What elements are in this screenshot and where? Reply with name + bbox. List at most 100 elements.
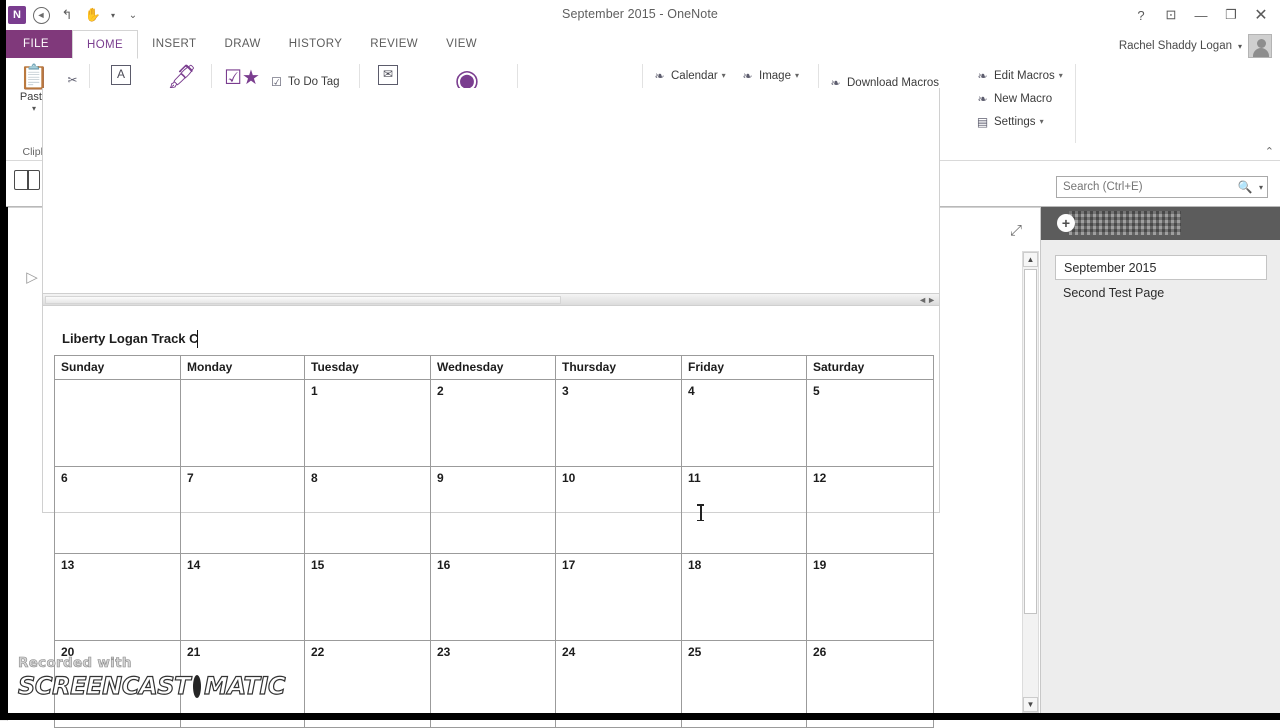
scroll-down-icon[interactable]: ▼ [1023, 697, 1038, 712]
calendar-cell[interactable]: 4 [681, 379, 807, 467]
frame-top-left-bar [0, 0, 6, 207]
calendar-header-wednesday: Wednesday [430, 355, 556, 380]
calendar-button[interactable]: ❧ Calendar ▾ [649, 65, 729, 86]
collapse-ribbon-icon[interactable]: ⌃ [1265, 145, 1274, 158]
calendar-cell[interactable]: 9 [430, 466, 556, 554]
tab-home[interactable]: HOME [72, 30, 139, 59]
email-icon: ✉ [378, 65, 398, 85]
ribbon-group-macros-actions: ❧ Edit Macros ▾ ❧ New Macro ▤ Settings ▾ [966, 58, 1076, 161]
search-input[interactable] [1057, 181, 1235, 193]
calendar-table[interactable]: Sunday Monday Tuesday Wednesday Thursday… [54, 355, 934, 728]
calendar-header-monday: Monday [180, 355, 305, 380]
search-box[interactable]: 🔍 ▾ [1056, 176, 1268, 198]
search-icon[interactable]: 🔍 [1235, 180, 1255, 194]
add-page-button[interactable]: + [1057, 214, 1075, 232]
tab-insert[interactable]: INSERT [138, 30, 210, 58]
tab-review[interactable]: REVIEW [356, 30, 432, 58]
image-icon: ❧ [742, 68, 753, 83]
tab-view[interactable]: VIEW [432, 30, 491, 58]
close-icon[interactable]: ✕ [1246, 2, 1276, 28]
calendar-cell[interactable]: 13 [54, 553, 181, 641]
new-macro-icon: ❧ [977, 91, 988, 106]
calendar-cell[interactable]: 18 [681, 553, 807, 641]
page-nav-arrow-icon[interactable]: ▷ [24, 268, 40, 286]
to-do-tag-label: To Do Tag [288, 75, 340, 88]
calendar-cell[interactable]: 6 [54, 466, 181, 554]
account-caret-icon[interactable]: ▾ [1238, 42, 1242, 51]
mouse-text-cursor [697, 504, 704, 521]
calendar-cell[interactable]: 1 [304, 379, 431, 467]
calendar-cell[interactable]: 14 [180, 553, 305, 641]
page-list-pane: + September 2015 Second Test Page [1040, 207, 1280, 720]
frame-left-bar [0, 207, 8, 720]
page-list-item-september-2015[interactable]: September 2015 [1055, 255, 1267, 280]
calendar-cell[interactable]: 17 [555, 553, 682, 641]
calendar-header-thursday: Thursday [555, 355, 682, 380]
tab-history[interactable]: HISTORY [275, 30, 357, 58]
tab-draw[interactable]: DRAW [210, 30, 274, 58]
help-icon[interactable]: ? [1126, 2, 1156, 28]
settings-button[interactable]: ▤ Settings ▾ [972, 111, 1066, 132]
paste-caret-icon[interactable]: ▾ [32, 104, 36, 113]
calendar-cell[interactable]: 16 [430, 553, 556, 641]
image-caret-icon[interactable]: ▾ [795, 71, 799, 80]
note-container-grip[interactable]: ••• ◄► [42, 293, 940, 306]
calendar-cell[interactable] [180, 379, 305, 467]
edit-macros-icon: ❧ [977, 68, 988, 83]
calendar-header-row: Sunday Monday Tuesday Wednesday Thursday… [54, 355, 934, 380]
calendar-cell[interactable]: 7 [180, 466, 305, 554]
page-list-header: + [1041, 207, 1280, 240]
ribbon-tab-strip: FILE HOME INSERT DRAW HISTORY REVIEW VIE… [0, 30, 1280, 59]
calendar-caret-icon[interactable]: ▾ [722, 71, 726, 80]
settings-label: Settings [994, 115, 1036, 128]
search-caret-icon[interactable]: ▾ [1255, 183, 1267, 192]
page-list-item-second-test-page[interactable]: Second Test Page [1055, 280, 1280, 305]
window-controls: ? ⊡ — ❐ ✕ [1126, 2, 1276, 28]
edit-macros-caret-icon[interactable]: ▾ [1059, 71, 1063, 80]
settings-caret-icon[interactable]: ▾ [1040, 117, 1044, 126]
font-icon: A [111, 65, 131, 85]
expand-page-icon[interactable]: ⤢ [1010, 222, 1022, 239]
notebook-icon [14, 170, 40, 190]
minimize-icon[interactable]: — [1186, 2, 1216, 28]
text-caret [197, 330, 198, 348]
calendar-row: 1 2 3 4 5 [54, 379, 934, 467]
calendar-cell[interactable]: 19 [806, 553, 934, 641]
new-macro-button[interactable]: ❧ New Macro [972, 88, 1066, 109]
page-list: September 2015 Second Test Page [1041, 255, 1280, 305]
avatar[interactable] [1248, 34, 1272, 58]
note-container-resize-icon[interactable]: ◄► [918, 295, 936, 305]
ribbon-display-options-icon[interactable]: ⊡ [1156, 2, 1186, 28]
calendar-cell[interactable]: 10 [555, 466, 682, 554]
calendar-label: Calendar [671, 69, 718, 82]
calendar-cell[interactable]: 2 [430, 379, 556, 467]
image-label: Image [759, 69, 791, 82]
account-name: Rachel Shaddy Logan [1118, 40, 1232, 52]
note-container-text[interactable]: Liberty Logan Track C [62, 331, 199, 346]
note-container-grip-bar [45, 296, 561, 304]
calendar-cell[interactable]: 5 [806, 379, 934, 467]
calendar-cell[interactable]: 12 [806, 466, 934, 554]
calendar-row: 6 7 8 9 10 11 12 [54, 466, 934, 554]
tab-file[interactable]: FILE [0, 30, 72, 58]
checkbox-icon: ☑ [271, 74, 282, 89]
calendar-cell[interactable]: 3 [555, 379, 682, 467]
calendar-row: 13 14 15 16 17 18 19 [54, 553, 934, 641]
edit-macros-label: Edit Macros [994, 69, 1055, 82]
ribbon-group-label-macros-actions [966, 146, 1076, 161]
cut-button[interactable]: ✂ [62, 69, 83, 90]
window-title: September 2015 - OneNote [562, 7, 718, 21]
restore-icon[interactable]: ❐ [1216, 2, 1246, 28]
edit-macros-button[interactable]: ❧ Edit Macros ▾ [972, 65, 1066, 86]
settings-icon: ▤ [976, 114, 989, 129]
calendar-cell[interactable]: 8 [304, 466, 431, 554]
calendar-cell[interactable]: 15 [304, 553, 431, 641]
calendar-cell[interactable] [54, 379, 181, 467]
scroll-up-icon[interactable]: ▲ [1023, 252, 1038, 267]
page-vertical-scrollbar[interactable]: ▲ ▼ [1022, 251, 1039, 713]
scroll-thumb[interactable] [1024, 269, 1037, 614]
new-macro-label: New Macro [994, 92, 1053, 105]
account-area[interactable]: Rachel Shaddy Logan ▾ [1119, 34, 1272, 58]
image-button[interactable]: ❧ Image ▾ [737, 65, 802, 86]
calendar-header-tuesday: Tuesday [304, 355, 431, 380]
